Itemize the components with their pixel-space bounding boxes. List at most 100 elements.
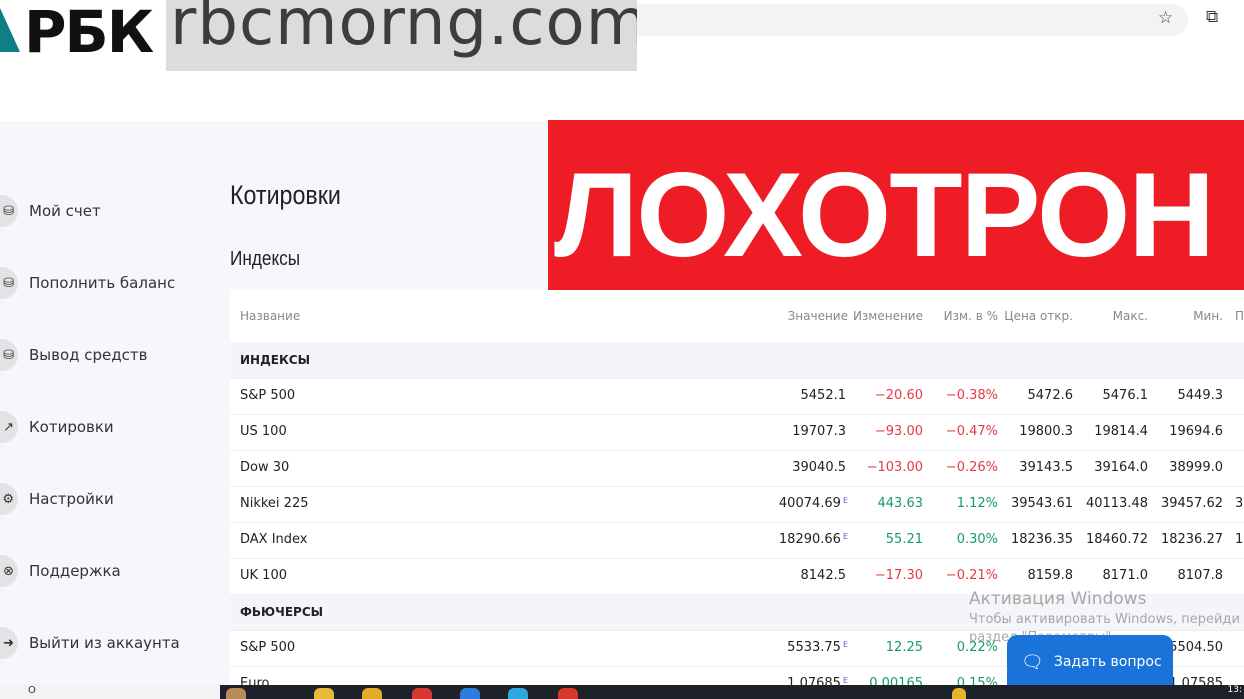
ask-question-button[interactable]: 🗨 Задать вопрос [1007,635,1173,689]
app-icon[interactable] [314,688,334,699]
app-icon[interactable] [508,688,528,699]
col-value[interactable]: Значение [788,290,848,342]
address-bar[interactable] [600,4,1188,36]
cell-open: 39143.5 [1019,460,1073,475]
cell-change: −93.00 [874,424,923,439]
section-title: Индексы [230,248,301,270]
cell-max: 5476.1 [1102,388,1149,403]
cell-value: 5533.75 E [787,640,848,655]
table-row[interactable]: Nikkei 225 40074.69 E 443.63 1.12% 39543.… [230,486,1244,523]
cell-value: 18290.66 E [778,532,848,547]
rbk-logo-text: РБК [24,0,154,66]
tray-icon[interactable] [952,688,966,699]
sidebar-item-label: Вывод средств [29,346,148,364]
sidebar-item-withdraw[interactable]: ⛁ Вывод средств [0,335,215,375]
sidebar-item-label: Котировки [29,418,114,436]
clock: 13: [1227,685,1242,695]
cell-change: 443.63 [877,496,924,511]
col-pct[interactable]: Изм. в % [944,290,998,342]
logout-icon: ➜ [0,627,18,659]
app-icon[interactable] [412,688,432,699]
cell-open: 19800.3 [1019,424,1073,439]
cell-name: Dow 30 [240,460,290,475]
cell-change: 12.25 [885,640,923,655]
app-icon[interactable] [226,688,246,699]
cell-value: 40074.69 E [778,496,848,511]
sidebar-item-settings[interactable]: ⚙ Настройки [0,479,215,519]
cell-pct: 1.12% [956,496,998,511]
col-extra[interactable]: П [1235,290,1244,342]
sidebar-item-logout[interactable]: ➜ Выйти из аккаунта [0,623,215,663]
cell-open: 18236.35 [1010,532,1073,547]
table-group-row: ИНДЕКСЫ [230,342,1244,379]
cell-change: −17.30 [874,568,923,583]
cell-change: −103.00 [866,460,923,475]
watermark-title: Активация Windows [969,589,1147,609]
col-max[interactable]: Макс. [1113,290,1148,342]
page-title: Котировки [230,180,341,210]
cell-pct: −0.38% [945,388,998,403]
cell-extra: 3 [1235,496,1244,511]
deposit-icon: ⛁ [0,267,18,299]
col-change[interactable]: Изменение [853,290,923,342]
table-row[interactable]: Dow 30 39040.5 −103.00 −0.26% 39143.5 39… [230,450,1244,487]
sidebar-item-label: Поддержка [29,562,121,580]
scam-banner-text: ЛОХОТРОН [554,148,1215,282]
cell-open: 39543.61 [1010,496,1073,511]
ask-question-label: Задать вопрос [1053,654,1162,670]
cell-change: −20.60 [874,388,923,403]
rbk-logo-mark [0,8,20,52]
cell-name: Nikkei 225 [240,496,309,511]
group-title: ФЬЮЧЕРСЫ [240,605,324,619]
cell-pct: 0.30% [956,532,998,547]
cell-max: 40113.48 [1085,496,1148,511]
cell-value: 8142.5 [800,568,847,583]
star-icon[interactable]: ☆ [1158,8,1173,28]
col-name[interactable]: Название [240,290,300,342]
table-row[interactable]: S&P 500 5452.1 −20.60 −0.38% 5472.6 5476… [230,378,1244,415]
windows-taskbar: О 13: [0,685,1244,699]
col-min[interactable]: Мин. [1193,290,1223,342]
browser-icon[interactable] [558,688,578,699]
cell-name: S&P 500 [240,388,296,403]
chart-icon: ↗ [0,411,18,443]
support-icon: ⊗ [0,555,18,587]
cell-min: 39457.62 [1160,496,1223,511]
cell-pct: −0.47% [945,424,998,439]
cell-name: DAX Index [240,532,308,547]
table-row[interactable]: DAX Index 18290.66 E 55.21 0.30% 18236.35… [230,522,1244,559]
sidebar-item-quotes[interactable]: ↗ Котировки [0,407,215,447]
scam-banner: ЛОХОТРОН [548,120,1244,292]
puzzle-icon[interactable]: ⧉ [1206,7,1218,27]
sidebar-item-account[interactable]: ⛁ Мой счет [0,191,215,231]
cell-value: 5452.1 [800,388,847,403]
taskbar-search[interactable]: О [0,685,220,699]
watermark-line: Чтобы активировать Windows, перейди [969,612,1240,627]
chat-icon: 🗨 [1021,651,1044,673]
cell-change: 55.21 [885,532,923,547]
sidebar-item-label: Пополнить баланс [29,274,176,292]
search-label: О [28,685,36,696]
col-open[interactable]: Цена откр. [1004,290,1073,342]
table-header: Название Значение Изменение Изм. в % Цен… [230,290,1244,344]
app-icon[interactable] [460,688,480,699]
cell-min: 19694.6 [1169,424,1223,439]
cell-name: UK 100 [240,568,287,583]
sidebar-item-label: Настройки [29,490,114,508]
domain-stamp-text: rbcmorng.com [170,0,637,60]
folder-icon[interactable] [362,688,382,699]
cell-max: 39164.0 [1094,460,1148,475]
table-row[interactable]: US 100 19707.3 −93.00 −0.47% 19800.3 198… [230,414,1244,451]
sidebar-item-deposit[interactable]: ⛁ Пополнить баланс [0,263,215,303]
withdraw-icon: ⛁ [0,339,18,371]
domain-stamp: rbcmorng.com [166,0,637,71]
cell-value: 19707.3 [792,424,846,439]
sidebar-item-support[interactable]: ⊗ Поддержка [0,551,215,591]
sidebar-item-label: Мой счет [29,202,101,220]
wallet-icon: ⛁ [0,195,18,227]
gear-icon: ⚙ [0,483,18,515]
cell-max: 18460.72 [1085,532,1148,547]
cell-min: 18236.27 [1160,532,1223,547]
sidebar-item-label: Выйти из аккаунта [29,634,180,652]
cell-min: 38999.0 [1169,460,1223,475]
